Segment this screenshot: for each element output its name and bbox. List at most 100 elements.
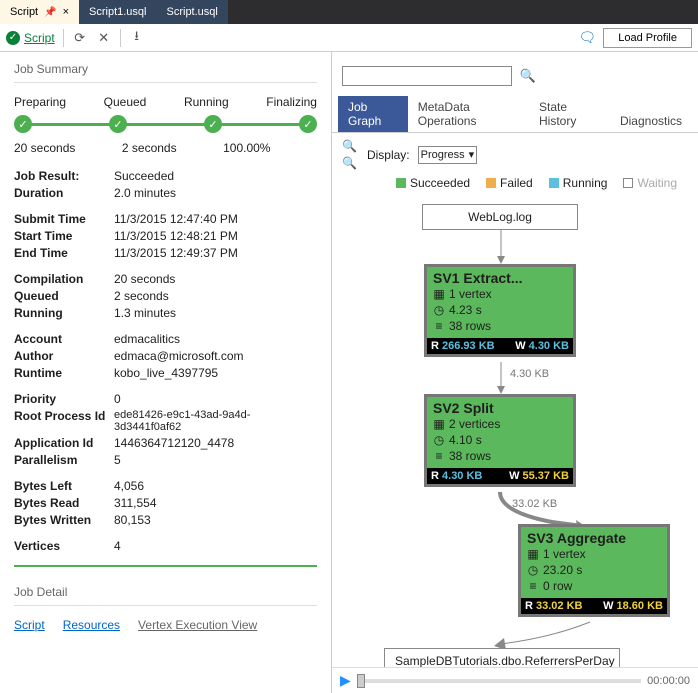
v: 5	[114, 453, 317, 467]
legend-label: Failed	[500, 176, 533, 190]
v: 11/3/2015 12:47:40 PM	[114, 212, 317, 226]
zoom-out-icon[interactable]: 🔍	[342, 156, 357, 170]
k: Root Process Id	[14, 409, 114, 433]
k: Account	[14, 332, 114, 346]
tab-metadata-operations[interactable]: MetaData Operations	[408, 96, 529, 132]
rows-icon: ≡	[433, 318, 445, 334]
search-icon[interactable]: 🔍	[518, 66, 538, 86]
tab-script[interactable]: Script 📌 ×	[0, 0, 79, 24]
node-stat: 4.23 s	[449, 302, 482, 318]
cancel-icon[interactable]: ✕	[96, 30, 112, 46]
k: Author	[14, 349, 114, 363]
script-link[interactable]: ✓ Script	[6, 31, 55, 45]
rows-icon: ≡	[527, 578, 539, 594]
phase-queued: Queued	[104, 95, 147, 109]
legend-label: Waiting	[637, 176, 677, 190]
download-icon[interactable]: ⭳	[129, 30, 145, 46]
close-icon[interactable]: ×	[63, 6, 69, 18]
playback-time: 00:00:00	[647, 675, 690, 687]
v: Succeeded	[114, 169, 317, 183]
playback-slider[interactable]	[357, 679, 641, 683]
toolbar: ✓ Script ⟳ ✕ ⭳ 🗨 Load Profile	[0, 24, 698, 52]
input-node[interactable]: WebLog.log	[422, 204, 578, 230]
sv2-node[interactable]: SV2 Split ▦2 vertices ◷4.10 s ≡38 rows R…	[424, 394, 576, 487]
zoom-in-icon[interactable]: 🔍	[342, 139, 357, 153]
node-stat: 2 vertices	[449, 416, 500, 432]
refresh-icon[interactable]: ⟳	[72, 30, 88, 46]
search-input[interactable]	[342, 66, 512, 86]
output-node[interactable]: SampleDBTutorials.dbo.ReferrersPerDay	[384, 648, 620, 667]
v: edmacalitics	[114, 332, 317, 346]
play-icon[interactable]: ▶	[340, 672, 351, 689]
display-select[interactable]: Progress ▾	[418, 146, 478, 164]
v: 2 seconds	[114, 289, 317, 303]
tab-script-usql[interactable]: Script.usql	[157, 0, 228, 24]
v: 20 seconds	[114, 272, 317, 286]
slider-thumb[interactable]	[357, 674, 365, 688]
v: 311,554	[114, 496, 317, 510]
phase-time: 100.00%	[223, 141, 270, 155]
right-tabs: Job Graph MetaData Operations State Hist…	[332, 96, 698, 133]
search-row: 🔍	[332, 52, 698, 96]
display-value: Progress	[421, 149, 465, 161]
k: Duration	[14, 186, 114, 200]
read-bytes: 266.93 KB	[442, 340, 495, 352]
load-profile-button[interactable]: Load Profile	[603, 28, 692, 48]
divider	[63, 29, 64, 47]
write-bytes: 55.37 KB	[523, 470, 569, 482]
edge-label: 4.30 KB	[510, 368, 549, 380]
tab-script1-usql[interactable]: Script1.usql	[79, 0, 156, 24]
phase-time: 20 seconds	[14, 141, 75, 155]
tab-diagnostics[interactable]: Diagnostics	[610, 110, 692, 132]
node-stat: 4.10 s	[449, 432, 482, 448]
kv-result: Job Result:Succeeded Duration2.0 minutes	[14, 169, 317, 200]
v: ede81426-e9c1-43ad-9a4d-3d3441f0af62	[114, 409, 317, 433]
swatch-running	[549, 178, 559, 188]
tab-state-history[interactable]: State History	[529, 96, 610, 132]
vertex-execution-view-link[interactable]: Vertex Execution View	[138, 618, 257, 632]
k: Bytes Left	[14, 479, 114, 493]
node-title: SV3 Aggregate	[521, 527, 667, 546]
swatch-failed	[486, 178, 496, 188]
kv-account: Accountedmacalitics Authoredmaca@microso…	[14, 332, 317, 380]
v: 4	[114, 539, 317, 553]
feedback-icon[interactable]: 🗨	[579, 30, 595, 46]
phase-running: Running	[184, 95, 229, 109]
sv3-node[interactable]: SV3 Aggregate ▦1 vertex ◷23.20 s ≡0 row …	[518, 524, 670, 617]
tab-job-graph[interactable]: Job Graph	[338, 96, 408, 132]
v: 0	[114, 392, 317, 406]
chevron-down-icon: ▾	[469, 148, 475, 161]
v: 1446364712120_4478	[114, 436, 317, 450]
pin-icon[interactable]: 📌	[44, 7, 56, 18]
job-graph-canvas[interactable]: WebLog.log SV1 Extract... ▦1 vertex ◷4.2…	[332, 196, 698, 667]
script-link[interactable]: Script	[14, 618, 45, 632]
file-tabs: Script 📌 × Script1.usql Script.usql	[0, 0, 698, 24]
phase-preparing: Preparing	[14, 95, 66, 109]
node-stat: 23.20 s	[543, 562, 582, 578]
job-graph-panel: 🔍 Job Graph MetaData Operations State Hi…	[332, 52, 698, 693]
k: Job Result:	[14, 169, 114, 183]
kv-bytes: Bytes Left4,056 Bytes Read311,554 Bytes …	[14, 479, 317, 527]
kv-ids: Priority0 Root Process Idede81426-e9c1-4…	[14, 392, 317, 467]
sv1-node[interactable]: SV1 Extract... ▦1 vertex ◷4.23 s ≡38 row…	[424, 264, 576, 357]
node-stat: 38 rows	[449, 448, 491, 464]
job-summary-title: Job Summary	[14, 62, 317, 83]
v: 11/3/2015 12:49:37 PM	[114, 246, 317, 260]
v: 2.0 minutes	[114, 186, 317, 200]
resources-link[interactable]: Resources	[63, 618, 120, 632]
script-label: Script	[24, 31, 55, 45]
read-bytes: 33.02 KB	[536, 600, 582, 612]
node-title: SV1 Extract...	[427, 267, 573, 286]
v: 80,153	[114, 513, 317, 527]
tab-label: Script.usql	[167, 6, 218, 18]
phase-dot: ✓	[204, 115, 222, 133]
k: Compilation	[14, 272, 114, 286]
check-icon: ✓	[6, 31, 20, 45]
clock-icon: ◷	[433, 432, 445, 448]
node-stat: 38 rows	[449, 318, 491, 334]
legend: Succeeded Failed Running Waiting	[358, 176, 698, 196]
display-row: 🔍 🔍 Display: Progress ▾	[332, 133, 698, 176]
swatch-succeeded	[396, 178, 406, 188]
vertex-icon: ▦	[433, 416, 445, 432]
k: Vertices	[14, 539, 114, 553]
